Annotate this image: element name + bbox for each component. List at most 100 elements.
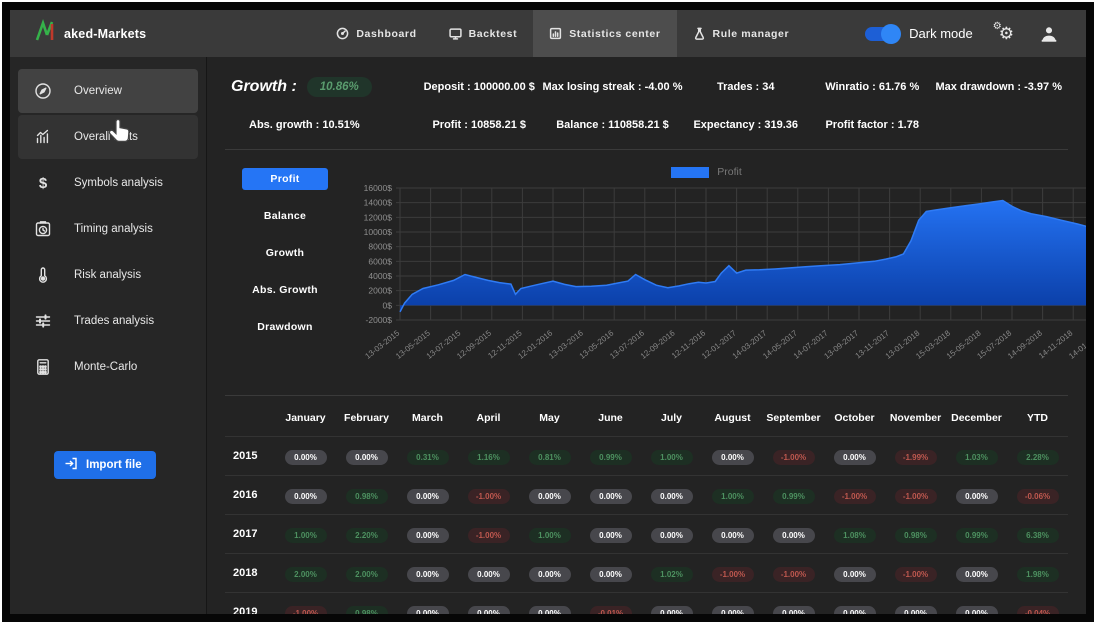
stat-max-drawdown: Max drawdown : -3.97 % bbox=[935, 81, 1062, 93]
month-return-cell: 1.00% bbox=[702, 486, 763, 504]
return-badge: 1.08% bbox=[834, 528, 876, 543]
legend-swatch bbox=[671, 167, 709, 178]
sidebar-item-symbols-analysis[interactable]: $Symbols analysis bbox=[18, 161, 198, 205]
sidebar-item-risk-analysis[interactable]: Risk analysis bbox=[18, 253, 198, 297]
settings-gears-icon[interactable]: ⚙⚙ bbox=[999, 25, 1014, 42]
return-badge: 0.00% bbox=[895, 606, 937, 614]
nav-tab-dashboard[interactable]: Dashboard bbox=[320, 10, 432, 57]
month-return-cell: 0.00% bbox=[275, 447, 336, 465]
return-badge: 0.00% bbox=[529, 489, 571, 504]
return-badge: 0.00% bbox=[651, 606, 693, 614]
month-return-cell: 0.00% bbox=[763, 525, 824, 543]
month-return-cell: -1.00% bbox=[885, 564, 946, 582]
month-return-cell: -1.00% bbox=[763, 564, 824, 582]
table-row-2016: 20160.00%0.98%0.00%-1.00%0.00%0.00%0.00%… bbox=[225, 476, 1068, 515]
growth-stat: Growth : 10.86% bbox=[231, 77, 416, 97]
chart-button-drawdown[interactable]: Drawdown bbox=[242, 316, 328, 338]
month-return-cell: 0.00% bbox=[763, 603, 824, 614]
svg-text:0$: 0$ bbox=[383, 300, 393, 310]
return-badge: 1.00% bbox=[712, 489, 754, 504]
nav-tab-rule-manager[interactable]: Rule manager bbox=[677, 10, 806, 57]
return-badge: -1.00% bbox=[773, 450, 815, 465]
svg-text:8000$: 8000$ bbox=[368, 242, 392, 252]
return-badge: 1.16% bbox=[468, 450, 510, 465]
return-badge: 1.00% bbox=[529, 528, 571, 543]
sidebar-item-label: Overview bbox=[74, 85, 122, 97]
return-badge: 0.00% bbox=[834, 606, 876, 614]
column-header-april: April bbox=[458, 412, 519, 424]
stat-balance: Balance : 110858.21 $ bbox=[542, 119, 682, 131]
monthly-returns-table: JanuaryFebruaryMarchAprilMayJuneJulyAugu… bbox=[225, 396, 1068, 614]
chart-button-abs-growth[interactable]: Abs. Growth bbox=[242, 279, 328, 301]
month-return-cell: 0.00% bbox=[702, 447, 763, 465]
body-row: Overview Overall stats$Symbols analysisTi… bbox=[10, 57, 1086, 614]
chart-button-profit[interactable]: Profit bbox=[242, 168, 328, 190]
svg-text:2000$: 2000$ bbox=[368, 286, 392, 296]
return-badge: 0.00% bbox=[834, 567, 876, 582]
nav-tab-backtest[interactable]: Backtest bbox=[433, 10, 534, 57]
import-file-label: Import file bbox=[86, 459, 142, 471]
dashboard-icon bbox=[336, 27, 349, 40]
return-badge: 2.00% bbox=[346, 567, 388, 582]
nav-tab-statistics-center[interactable]: Statistics center bbox=[533, 10, 676, 57]
app-root: aked-Markets DashboardBacktest Statistics… bbox=[10, 10, 1086, 614]
month-return-cell: 0.00% bbox=[336, 447, 397, 465]
month-return-cell: 0.00% bbox=[946, 486, 1007, 504]
month-return-cell: -0.04% bbox=[1007, 603, 1068, 614]
import-file-button[interactable]: Import file bbox=[54, 451, 156, 479]
brand[interactable]: aked-Markets bbox=[10, 10, 164, 57]
chart-button-balance[interactable]: Balance bbox=[242, 205, 328, 227]
month-return-cell: 0.99% bbox=[580, 447, 641, 465]
stat-trades: Trades : 34 bbox=[682, 81, 808, 93]
window-frame: aked-Markets DashboardBacktest Statistics… bbox=[2, 2, 1094, 622]
return-badge: 0.00% bbox=[468, 606, 510, 614]
table-row-2018: 20182.00%2.00%0.00%0.00%0.00%0.00%1.02%-… bbox=[225, 554, 1068, 593]
month-return-cell: 0.00% bbox=[519, 564, 580, 582]
legend-label: Profit bbox=[717, 166, 742, 178]
sidebar-item-trades-analysis[interactable]: Trades analysis bbox=[18, 299, 198, 343]
month-return-cell: 0.99% bbox=[946, 525, 1007, 543]
month-return-cell: 0.00% bbox=[824, 447, 885, 465]
statistics-icon bbox=[549, 27, 562, 40]
return-badge: -1.00% bbox=[285, 606, 327, 614]
sidebar-item-overview[interactable]: Overview bbox=[18, 69, 198, 113]
dark-mode-toggle[interactable]: Dark mode bbox=[865, 26, 973, 41]
chart-legend[interactable]: Profit bbox=[345, 164, 1068, 180]
return-badge: 2.00% bbox=[285, 567, 327, 582]
month-return-cell: -1.00% bbox=[458, 525, 519, 543]
year-label: 2018 bbox=[225, 567, 275, 579]
dark-mode-switch[interactable] bbox=[865, 27, 899, 41]
month-return-cell: 0.00% bbox=[702, 603, 763, 614]
stats-summary: Growth : 10.86% Deposit : 100000.00 $Max… bbox=[225, 57, 1068, 150]
month-return-cell: -1.00% bbox=[702, 564, 763, 582]
table-row-2019: 2019-1.00%0.98%0.00%0.00%0.00%-0.01%0.00… bbox=[225, 593, 1068, 614]
nav-tab-label: Statistics center bbox=[569, 28, 660, 40]
account-icon[interactable] bbox=[1040, 26, 1058, 42]
month-return-cell: 0.00% bbox=[641, 525, 702, 543]
return-badge: 0.00% bbox=[590, 489, 632, 504]
rule-manager-icon bbox=[693, 27, 706, 40]
return-badge: 0.00% bbox=[407, 567, 449, 582]
chart-canvas[interactable]: 16000$14000$12000$10000$8000$6000$4000$2… bbox=[345, 180, 1068, 381]
chart-button-growth[interactable]: Growth bbox=[242, 242, 328, 264]
return-badge: 0.00% bbox=[407, 489, 449, 504]
sidebar-item-overall-stats[interactable]: Overall stats bbox=[18, 115, 198, 159]
nav-tabs: DashboardBacktest Statistics center Rule m… bbox=[320, 10, 805, 57]
chart-series-buttons: Profit Balance Growth Abs. Growth Drawdown bbox=[225, 164, 345, 381]
month-return-cell: 2.00% bbox=[336, 564, 397, 582]
return-badge: 0.00% bbox=[346, 450, 388, 465]
month-return-cell: 0.99% bbox=[763, 486, 824, 504]
month-return-cell: 2.20% bbox=[336, 525, 397, 543]
month-return-cell: 0.00% bbox=[275, 486, 336, 504]
return-badge: 0.99% bbox=[956, 528, 998, 543]
toggle-knob[interactable] bbox=[881, 24, 901, 44]
month-return-cell: 2.28% bbox=[1007, 447, 1068, 465]
return-badge: 1.03% bbox=[956, 450, 998, 465]
sidebar-item-timing-analysis[interactable]: Timing analysis bbox=[18, 207, 198, 251]
sidebar-item-monte-carlo[interactable]: Monte-Carlo bbox=[18, 345, 198, 389]
month-return-cell: 1.03% bbox=[946, 447, 1007, 465]
year-label: 2019 bbox=[225, 606, 275, 614]
return-badge: -0.04% bbox=[1017, 606, 1059, 614]
stat-profit-factor: Profit factor : 1.78 bbox=[809, 119, 936, 131]
month-return-cell: 0.00% bbox=[641, 603, 702, 614]
